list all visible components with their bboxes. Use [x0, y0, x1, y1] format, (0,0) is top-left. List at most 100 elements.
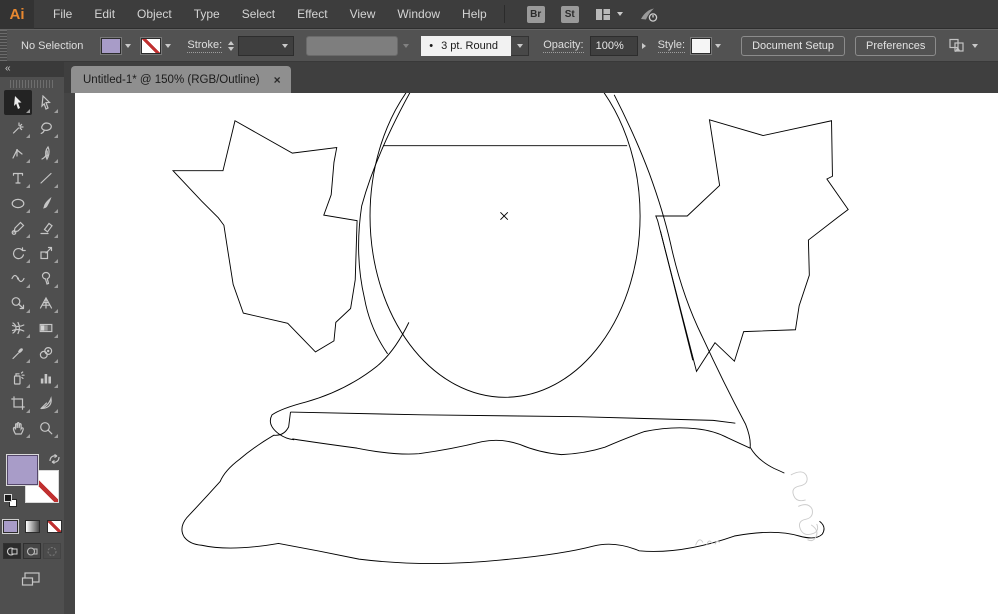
mesh-tool[interactable] — [4, 315, 32, 340]
color-mode-row — [0, 520, 64, 533]
menu-item-window[interactable]: Window — [386, 0, 451, 29]
draw-inside-button[interactable] — [43, 543, 61, 559]
shape-builder-tool[interactable] — [4, 290, 32, 315]
eraser-tool[interactable] — [32, 215, 60, 240]
style-label[interactable]: Style: — [657, 39, 686, 53]
menu-item-effect[interactable]: Effect — [286, 0, 338, 29]
menu-item-type[interactable]: Type — [183, 0, 231, 29]
document-tab-bar: Untitled-1* @ 150% (RGB/Outline) × — [64, 62, 998, 93]
right-star — [655, 119, 849, 373]
left-star — [171, 120, 358, 353]
chevron-down-icon[interactable] — [715, 43, 722, 48]
pen-tool[interactable] — [32, 140, 60, 165]
gradient-tool[interactable] — [32, 315, 60, 340]
slice-tool[interactable] — [32, 390, 60, 415]
inner-wave-line — [292, 427, 751, 456]
menu-item-edit[interactable]: Edit — [83, 0, 126, 29]
ghost-squiggle-2 — [798, 504, 819, 536]
preferences-button[interactable]: Preferences — [855, 35, 937, 56]
zoom-tool[interactable] — [32, 415, 60, 440]
chevron-right-icon[interactable] — [641, 42, 646, 49]
outline-drawing — [171, 93, 849, 564]
symbol-sprayer-tool[interactable] — [4, 365, 32, 390]
hand-tool[interactable] — [4, 415, 32, 440]
menu-item-help[interactable]: Help — [451, 0, 498, 29]
none-mode-button[interactable] — [46, 520, 62, 533]
paintbrush-tool[interactable] — [32, 190, 60, 215]
magic-wand-tool[interactable] — [4, 115, 32, 140]
menu-item-file[interactable]: File — [42, 0, 83, 29]
fill-color-swatch[interactable] — [101, 37, 122, 54]
brush-dot-icon: • — [429, 39, 434, 52]
blend-tool[interactable] — [32, 340, 60, 365]
scale-tool[interactable] — [32, 240, 60, 265]
document-tab[interactable]: Untitled-1* @ 150% (RGB/Outline) × — [71, 66, 291, 93]
fill-swatch[interactable] — [6, 454, 39, 486]
color-mode-button[interactable] — [2, 520, 18, 533]
lasso-tool[interactable] — [32, 115, 60, 140]
document-tab-title: Untitled-1* @ 150% (RGB/Outline) — [83, 73, 260, 86]
document-setup-button[interactable]: Document Setup — [741, 35, 846, 56]
eyedropper-tool[interactable] — [4, 340, 32, 365]
draw-normal-button[interactable] — [3, 543, 21, 559]
line-segment-tool[interactable] — [32, 165, 60, 190]
workspace-layout-icon[interactable] — [595, 7, 623, 22]
column-graph-tool[interactable] — [32, 365, 60, 390]
stroke-width-stepper[interactable] — [228, 40, 235, 51]
draw-mode-row — [0, 543, 64, 559]
chevron-down-icon[interactable] — [165, 43, 172, 48]
swap-fill-stroke-icon[interactable] — [48, 452, 61, 470]
stock-button[interactable]: St — [560, 5, 579, 23]
right-neck-line — [613, 94, 785, 474]
menu-item-view[interactable]: View — [339, 0, 387, 29]
stroke-color-swatch[interactable] — [141, 37, 162, 54]
tab-close-icon[interactable]: × — [274, 74, 281, 86]
width-tool[interactable] — [4, 265, 32, 290]
perspective-grid-tool[interactable] — [32, 290, 60, 315]
panel-collapse-button[interactable]: « — [0, 62, 64, 77]
artboard-canvas[interactable] — [75, 93, 998, 614]
control-bar-grip[interactable] — [0, 30, 7, 61]
chevron-down-icon[interactable] — [403, 43, 410, 48]
screen-mode-button[interactable] — [0, 571, 64, 588]
app-buttons: Br St — [511, 5, 579, 23]
selection-tool[interactable] — [4, 90, 32, 115]
style-swatch[interactable] — [691, 37, 712, 54]
cs-live-icon[interactable] — [639, 6, 659, 23]
left-flare-curve — [269, 322, 410, 441]
artboard-tool[interactable] — [4, 390, 32, 415]
head-ellipse — [369, 93, 641, 398]
brush-value: 3 pt. Round — [441, 39, 498, 52]
menu-bar: Ai File Edit Object Type Select Effect View Win… — [0, 0, 998, 29]
body-blob — [181, 412, 825, 564]
bridge-button[interactable]: Br — [526, 5, 545, 23]
pencil-tool[interactable] — [4, 215, 32, 240]
type-tool[interactable] — [4, 165, 32, 190]
brush-preview-dropdown[interactable] — [306, 35, 399, 56]
menu-item-object[interactable]: Object — [126, 0, 183, 29]
rotate-tool[interactable] — [4, 240, 32, 265]
draw-behind-button[interactable] — [23, 543, 41, 559]
selection-status: No Selection — [21, 39, 84, 52]
brush-chevron-button[interactable] — [511, 35, 530, 56]
tools-panel: « — [0, 62, 64, 614]
chevron-down-icon — [282, 43, 289, 48]
stroke-label[interactable]: Stroke: — [187, 39, 223, 53]
chevron-down-icon[interactable] — [125, 43, 132, 48]
gradient-mode-button[interactable] — [24, 520, 40, 533]
opacity-label[interactable]: Opacity: — [543, 39, 584, 53]
brush-definition-dropdown[interactable]: • 3 pt. Round — [421, 35, 512, 56]
curvature-tool[interactable] — [4, 140, 32, 165]
ellipse-tool[interactable] — [4, 190, 32, 215]
puppet-warp-tool[interactable] — [32, 265, 60, 290]
arrange-panel-icon[interactable] — [948, 38, 979, 54]
default-fill-stroke-icon[interactable] — [4, 494, 17, 507]
chevron-down-icon — [972, 43, 979, 48]
ghost-squiggle-1 — [790, 471, 808, 502]
menu-item-select[interactable]: Select — [231, 0, 286, 29]
stroke-width-field[interactable] — [238, 35, 295, 56]
direct-selection-tool[interactable] — [32, 90, 60, 115]
panel-grip[interactable] — [10, 80, 54, 88]
shelf-line — [290, 411, 736, 424]
opacity-field[interactable]: 100% — [589, 35, 638, 56]
